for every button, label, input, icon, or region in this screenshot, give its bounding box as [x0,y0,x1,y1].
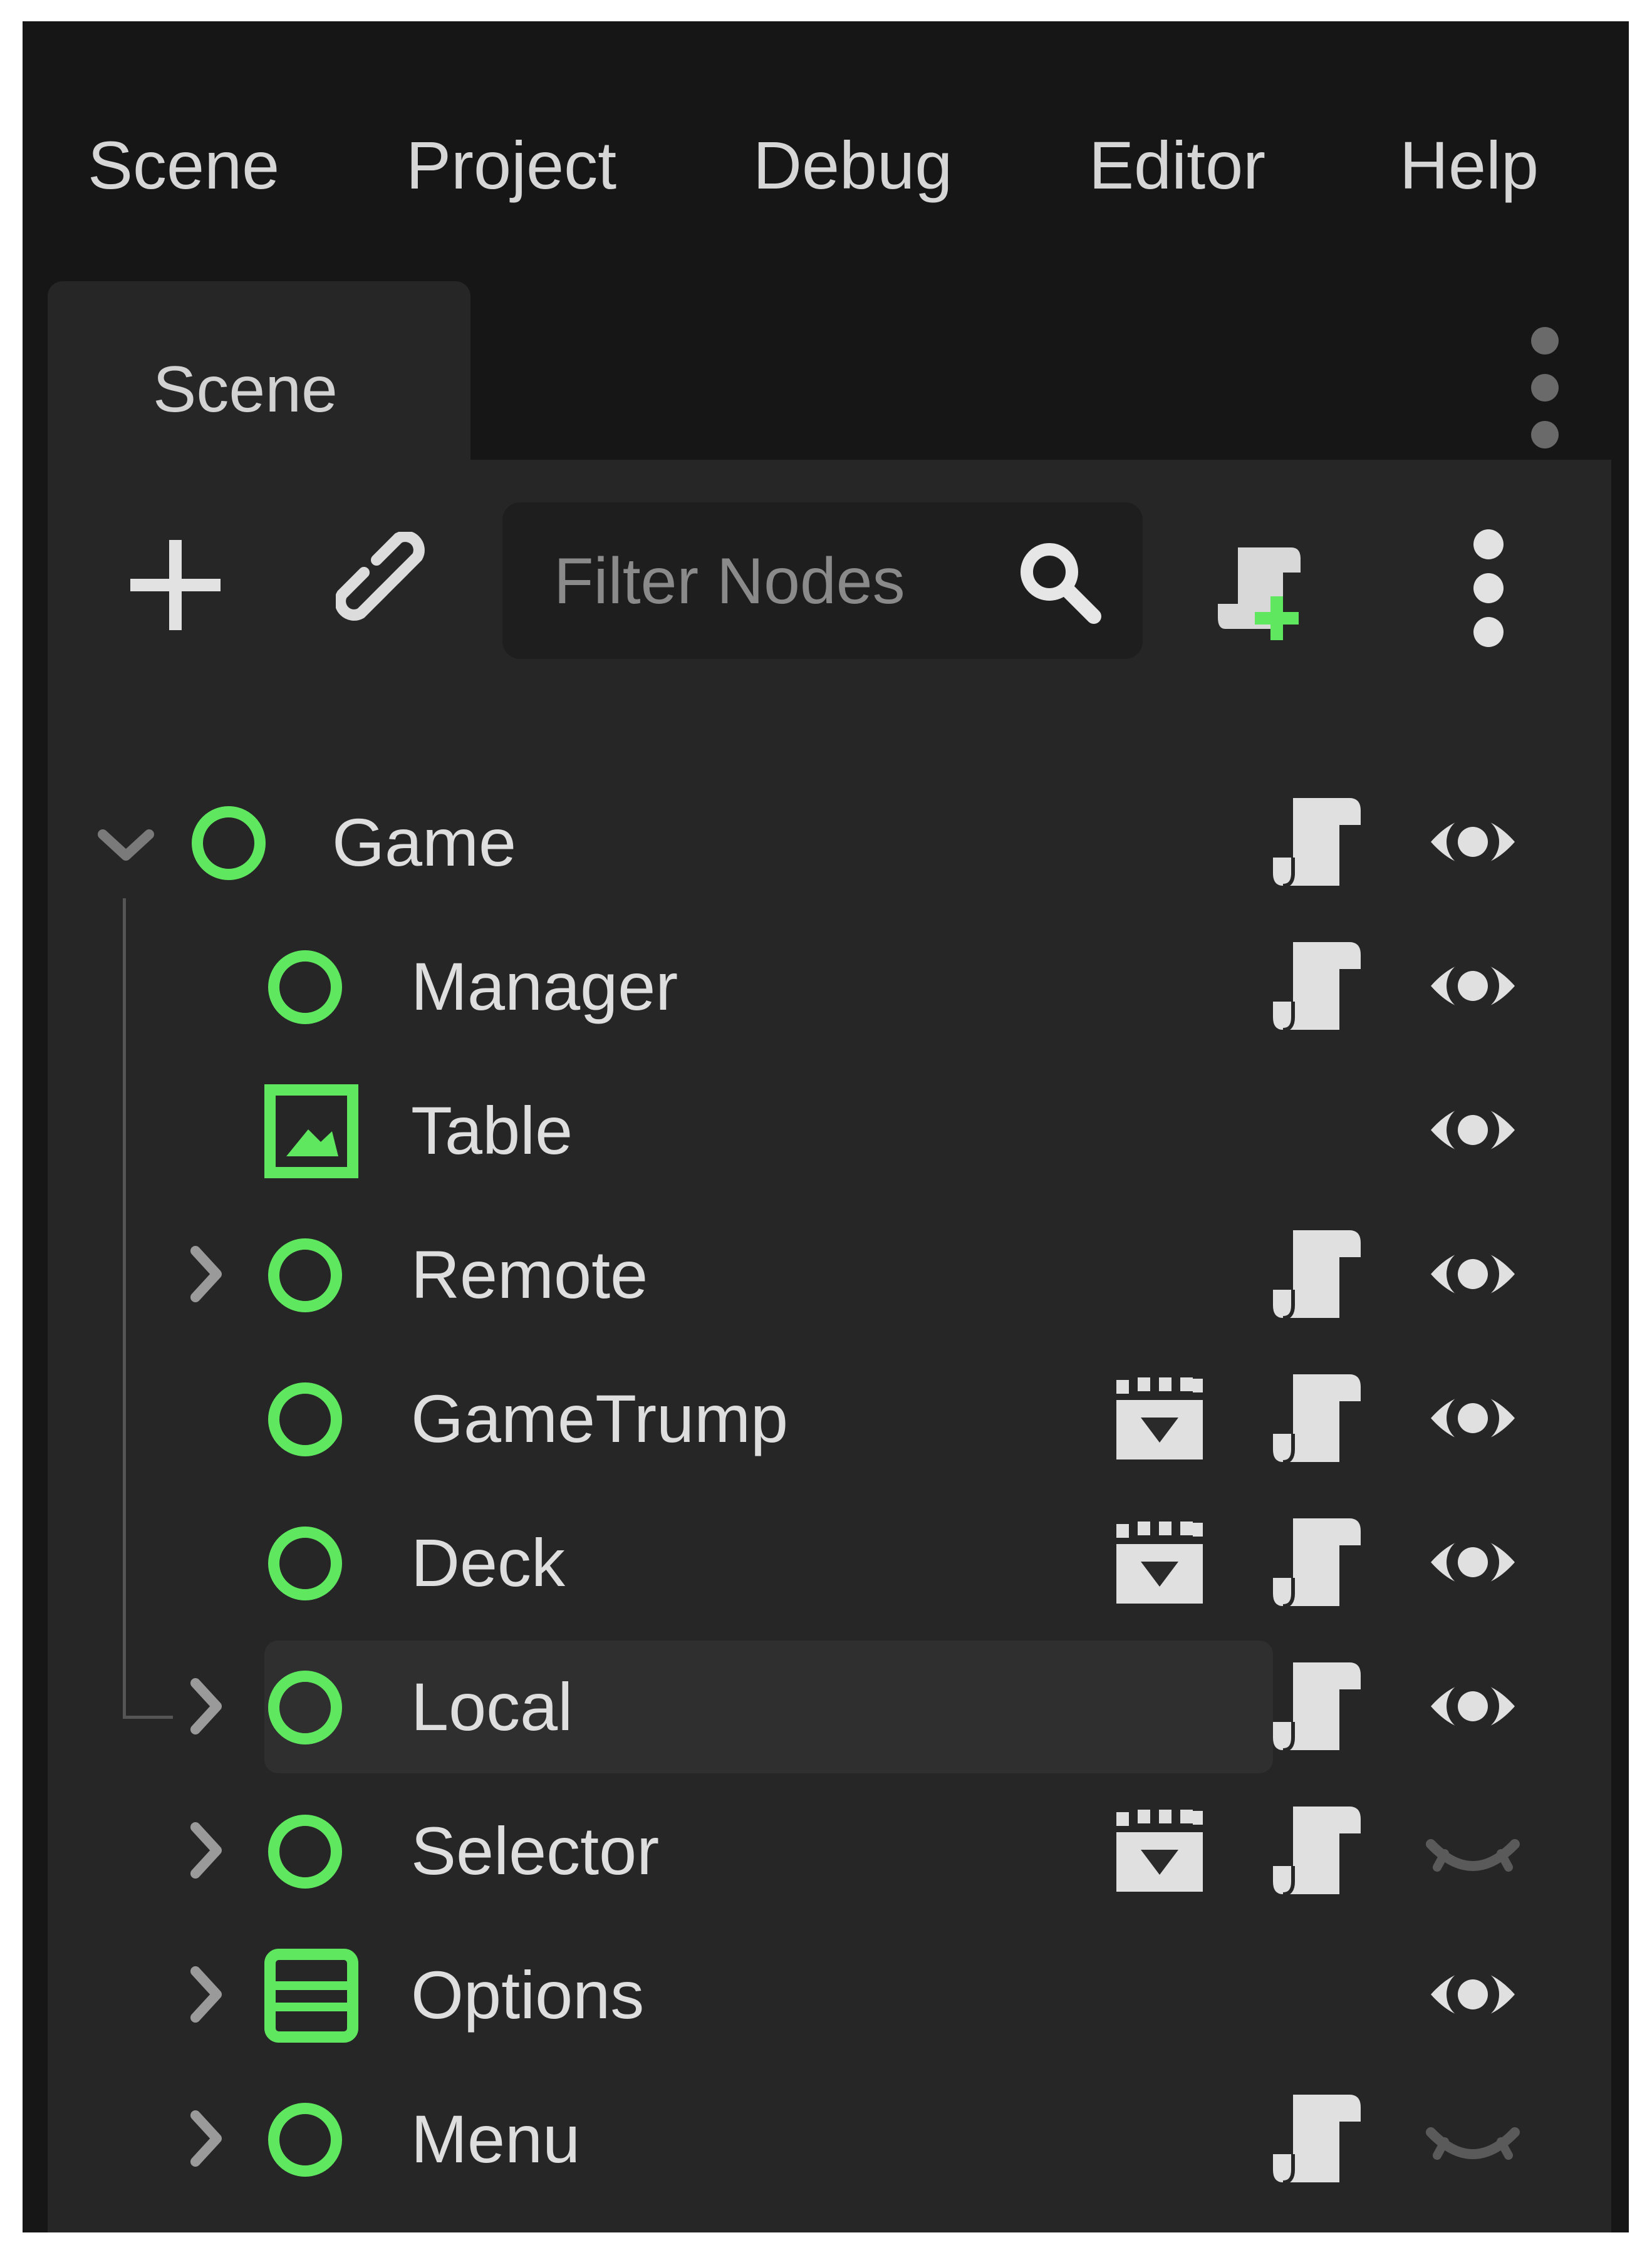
tree-row-gametrump[interactable]: GameTrump [23,1346,1629,1490]
node-circle-icon [264,1379,346,1460]
script-icon[interactable] [1269,1515,1363,1609]
node-circle-icon [264,1235,346,1316]
vertical-dots-icon[interactable] [1463,526,1514,651]
node-circle-icon [264,1811,346,1892]
tree-row-options[interactable]: Options [23,1922,1629,2066]
collapse-arrow-icon[interactable] [91,823,160,867]
script-icon[interactable] [1269,1227,1363,1321]
tree-row-table[interactable]: Table [23,1058,1629,1202]
tree-row-remote[interactable]: Remote [23,1202,1629,1346]
node-name-label: Selector [411,1813,660,1889]
link-icon[interactable] [336,532,442,638]
tree-row-manager[interactable]: Manager [23,914,1629,1058]
menu-editor[interactable]: Editor [1089,132,1265,199]
expand-arrow-icon[interactable] [184,2104,228,2173]
expand-arrow-icon[interactable] [184,1960,228,2029]
visibility-eye-icon[interactable] [1426,1377,1520,1459]
filter-nodes-input[interactable] [553,540,1006,623]
node-name-label: Game [332,804,517,880]
menu-help[interactable]: Help [1400,132,1539,199]
script-icon[interactable] [1269,795,1363,889]
menu-scene[interactable]: Scene [88,132,279,199]
menu-project[interactable]: Project [406,132,616,199]
visibility-eye-icon[interactable] [1426,945,1520,1027]
vbox-container-icon [264,1949,358,2043]
node-name-label: Table [411,1092,573,1168]
menu-bar: Scene Project Debug Editor Help [23,21,1629,281]
node-name-label: Menu [411,2101,581,2177]
script-icon[interactable] [1269,939,1363,1033]
expand-arrow-icon[interactable] [184,1240,228,1309]
visibility-eye-icon[interactable] [1426,1522,1520,1603]
tree-row-selector[interactable]: Selector [23,1778,1629,1922]
script-icon[interactable] [1269,2092,1363,2185]
node-name-label: Deck [411,1525,566,1600]
visibility-eye-icon[interactable] [1426,1954,1520,2035]
filter-nodes-field[interactable] [502,502,1143,659]
visibility-eye-icon[interactable] [1426,1666,1520,1747]
node-name-label: Remote [411,1236,648,1312]
menu-debug[interactable]: Debug [753,132,952,199]
script-add-icon[interactable] [1213,535,1319,641]
node-circle-icon [264,946,346,1028]
tree-row-game[interactable]: Game [23,770,1629,914]
node-name-label: Options [411,1957,645,2033]
texture-rect-icon [264,1084,358,1178]
node-name-label: GameTrump [411,1381,789,1456]
node-name-label: Local [411,1669,573,1745]
tree-row-deck[interactable]: Deck [23,1490,1629,1634]
expand-arrow-icon[interactable] [184,1672,228,1741]
node-circle-icon [264,1667,346,1748]
dock-options-icon[interactable] [1520,316,1570,460]
open-scene-icon[interactable] [1113,1807,1207,1895]
open-scene-icon[interactable] [1113,1519,1207,1607]
visibility-eye-icon[interactable] [1426,1233,1520,1315]
visibility-eye-icon[interactable] [1426,801,1520,883]
editor-window: Scene Project Debug Editor Help Scene Fi… [23,21,1629,2232]
tree-row-local[interactable]: Local [23,1634,1629,1778]
node-circle-icon [264,2099,346,2180]
script-icon[interactable] [1269,1371,1363,1465]
search-icon [1015,537,1103,625]
node-name-label: Manager [411,948,678,1024]
script-icon[interactable] [1269,1659,1363,1753]
tab-scene[interactable]: Scene [48,281,470,488]
expand-arrow-icon[interactable] [184,1816,228,1885]
script-icon[interactable] [1269,1803,1363,1897]
tree-row-menu[interactable]: Menu [23,2066,1629,2211]
plus-icon[interactable] [125,535,226,635]
node-circle-icon [188,802,269,884]
visibility-hidden-icon[interactable] [1426,2098,1520,2179]
tab-scene-label: Scene [153,353,338,426]
open-scene-icon[interactable] [1113,1375,1207,1463]
visibility-eye-icon[interactable] [1426,1089,1520,1171]
visibility-hidden-icon[interactable] [1426,1810,1520,1891]
node-circle-icon [264,1523,346,1604]
